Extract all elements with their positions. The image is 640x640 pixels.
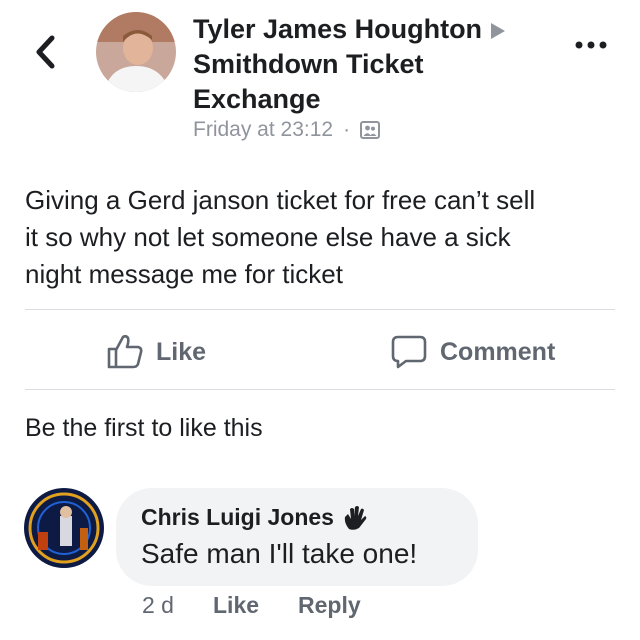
chevron-left-icon xyxy=(36,35,55,69)
comment-author-row: Chris Luigi Jones xyxy=(141,504,368,531)
post-body: Giving a Gerd janson ticket for free can… xyxy=(25,182,615,293)
meta-separator: · xyxy=(343,118,351,141)
group-name-line2[interactable]: Exchange xyxy=(193,82,573,117)
thumbs-up-icon xyxy=(107,334,143,369)
comment-bubble-icon xyxy=(391,335,427,369)
arrow-right-icon xyxy=(491,22,506,39)
group-name-line1[interactable]: Smithdown Ticket xyxy=(193,47,573,82)
post-timestamp[interactable]: Friday at 23:12 xyxy=(193,118,333,142)
post-text-line: it so why not let someone else have a si… xyxy=(25,222,511,252)
post-text-line: night message me for ticket xyxy=(25,259,343,289)
post-meta: Friday at 23:12 · xyxy=(193,118,381,142)
comment-button[interactable]: Comment xyxy=(390,334,555,370)
author-avatar[interactable] xyxy=(96,12,176,92)
divider-top xyxy=(25,309,615,310)
back-button[interactable] xyxy=(30,34,62,70)
post-text-line: Giving a Gerd janson ticket for free can… xyxy=(25,185,536,215)
post-header: Tyler James Houghton Smithdown Ticket Ex… xyxy=(193,12,573,117)
comment-text: Safe man I'll take one! xyxy=(141,538,418,569)
comment-author[interactable]: Chris Luigi Jones xyxy=(141,504,334,531)
comment-label: Comment xyxy=(440,337,556,366)
more-dots-icon xyxy=(575,41,607,49)
divider-bottom xyxy=(25,389,615,390)
like-button[interactable]: Like xyxy=(106,334,206,370)
reactions-summary: Be the first to like this xyxy=(25,414,263,442)
comment-reply-button[interactable]: Reply xyxy=(298,592,361,619)
comment-like-button[interactable]: Like xyxy=(213,592,259,619)
comment-bubble: Chris Luigi Jones Safe man I'll take one… xyxy=(116,488,478,586)
commenter-avatar[interactable] xyxy=(24,488,104,568)
waving-hand-icon xyxy=(344,505,367,530)
more-options-button[interactable] xyxy=(574,38,608,52)
comment-age: 2 d xyxy=(142,592,174,618)
group-members-icon xyxy=(360,121,381,139)
like-label: Like xyxy=(156,337,207,366)
author-name[interactable]: Tyler James Houghton xyxy=(193,14,482,44)
